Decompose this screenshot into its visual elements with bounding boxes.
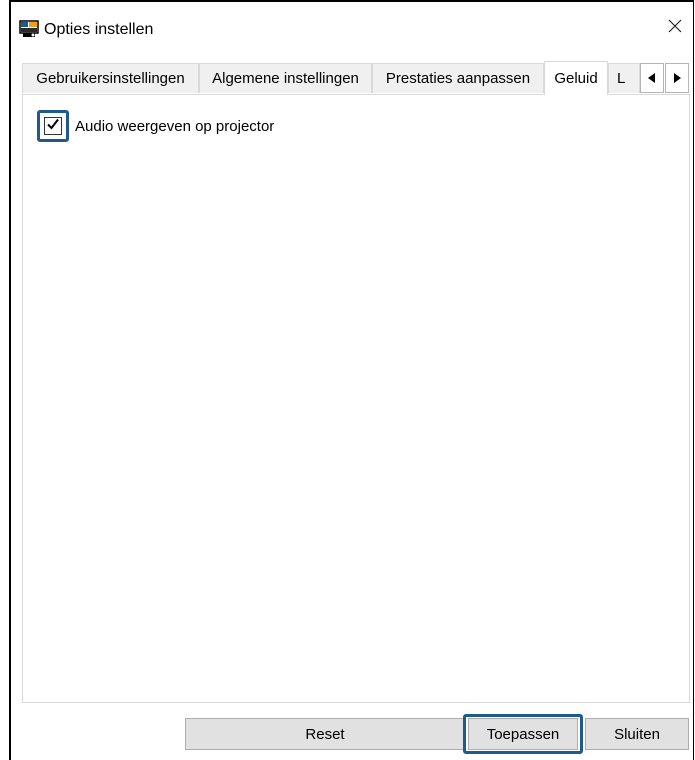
tab-scroll-right-button[interactable]: [665, 63, 689, 93]
sound-tab-panel: Audio weergeven op projector: [22, 94, 690, 703]
close-icon: [667, 18, 683, 38]
close-button-label: Sluiten: [614, 725, 660, 743]
audio-option-row: Audio weergeven op projector: [37, 110, 274, 142]
title-bar: Opties instellen: [11, 2, 693, 54]
tab-label: Geluid: [554, 70, 598, 87]
apply-button[interactable]: Toepassen: [468, 718, 578, 750]
checkmark-icon: [46, 117, 60, 135]
tab-label: L: [617, 70, 626, 87]
options-dialog: Opties instellen Gebruikersinstellingen …: [9, 0, 694, 760]
tab-geluid[interactable]: Geluid: [544, 61, 608, 95]
tab-algemene-instellingen[interactable]: Algemene instellingen: [199, 63, 372, 93]
tab-prestaties-aanpassen[interactable]: Prestaties aanpassen: [372, 63, 544, 93]
close-window-button[interactable]: [657, 10, 693, 46]
arrow-left-icon: [647, 70, 657, 87]
tab-label: Algemene instellingen: [212, 70, 359, 87]
reset-button-label: Reset: [305, 725, 345, 743]
arrow-right-icon: [672, 70, 682, 87]
audio-checkbox-label: Audio weergeven op projector: [75, 117, 275, 135]
tab-partial-next[interactable]: L: [608, 63, 640, 93]
checkbox-box: [44, 117, 62, 135]
tab-strip: Gebruikersinstellingen Algemene instelli…: [22, 61, 690, 95]
tab-gebruikersinstellingen[interactable]: Gebruikersinstellingen: [22, 63, 199, 93]
apply-button-label: Toepassen: [486, 725, 560, 743]
projector-app-icon: [19, 20, 39, 38]
audio-checkbox[interactable]: [37, 110, 69, 142]
window-title: Opties instellen: [44, 21, 154, 38]
tab-label: Prestaties aanpassen: [385, 70, 531, 87]
close-button[interactable]: Sluiten: [585, 718, 689, 750]
tab-scroll-left-button[interactable]: [640, 63, 664, 93]
reset-button[interactable]: Reset: [185, 718, 465, 750]
tab-label: Gebruikersinstellingen: [36, 70, 185, 87]
